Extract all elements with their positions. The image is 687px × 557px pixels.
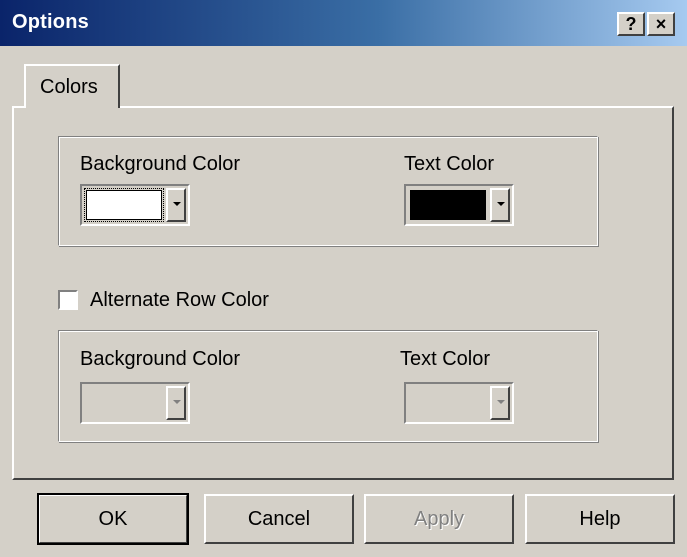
alternate-row-checkbox[interactable] <box>58 290 78 310</box>
title-bar: Options ? × <box>0 0 687 46</box>
help-button[interactable]: Help <box>525 494 675 544</box>
tab-colors[interactable]: Colors <box>24 64 120 108</box>
background-color-picker[interactable] <box>80 184 190 226</box>
alt-text-color-label: Text Color <box>400 348 491 370</box>
alt-text-color-swatch <box>410 388 486 418</box>
alt-background-color-picker[interactable] <box>80 382 190 424</box>
ok-button[interactable]: OK <box>37 493 189 545</box>
chevron-down-icon[interactable] <box>490 386 510 420</box>
chevron-down-icon[interactable] <box>166 386 186 420</box>
cancel-button[interactable]: Cancel <box>204 494 354 544</box>
help-title-button[interactable]: ? <box>617 12 645 36</box>
close-button[interactable]: × <box>647 12 675 36</box>
alternate-row-label[interactable]: Alternate Row Color <box>90 289 269 312</box>
chevron-down-icon[interactable] <box>166 188 186 222</box>
alt-background-color-label: Background Color <box>80 348 241 370</box>
tab-colors-label: Colors <box>40 76 98 98</box>
text-color-swatch <box>410 190 486 220</box>
text-color-picker[interactable] <box>404 184 514 226</box>
window-title: Options <box>12 11 89 33</box>
text-color-label: Text Color <box>404 153 495 175</box>
alt-text-color-picker[interactable] <box>404 382 514 424</box>
background-color-swatch <box>84 188 164 222</box>
background-color-label: Background Color <box>80 153 241 175</box>
alt-background-color-swatch <box>86 388 162 418</box>
options-dialog: Options ? × Colors Background Color Text… <box>0 0 687 557</box>
chevron-down-icon[interactable] <box>490 188 510 222</box>
apply-button[interactable]: Apply <box>364 494 514 544</box>
